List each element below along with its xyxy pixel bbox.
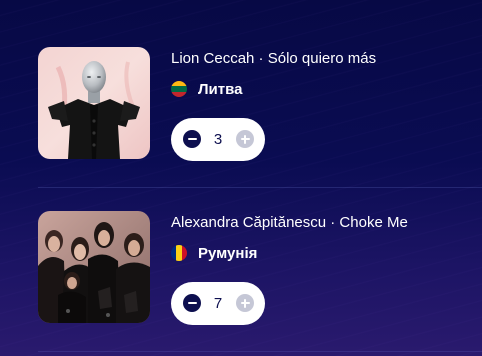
minus-icon[interactable] [183,130,201,148]
entry-country: Литва [171,80,242,98]
plus-icon[interactable] [236,130,254,148]
country-name: Литва [198,80,243,98]
entry-title: Alexandra Căpitănescu · Choke Me [171,214,408,231]
entry-divider [38,187,482,188]
lithuania-flag-icon [171,81,187,97]
artist-photo [38,211,150,323]
country-name: Румунія [198,244,258,262]
minus-icon[interactable] [183,294,201,312]
vote-stepper: 7 [171,282,265,325]
artist-photo [38,47,150,159]
romania-flag-icon [171,245,187,261]
entry-country: Румунія [171,244,257,262]
artist-photo-image [38,47,150,159]
vote-count: 7 [213,295,223,312]
vote-stepper: 3 [171,118,265,161]
artist-photo-image [38,211,150,323]
plus-icon[interactable] [236,294,254,312]
vote-count: 3 [213,131,223,148]
entry-divider [38,351,482,352]
entry-title: Lion Ceccah · Sólo quiero más [171,50,377,67]
